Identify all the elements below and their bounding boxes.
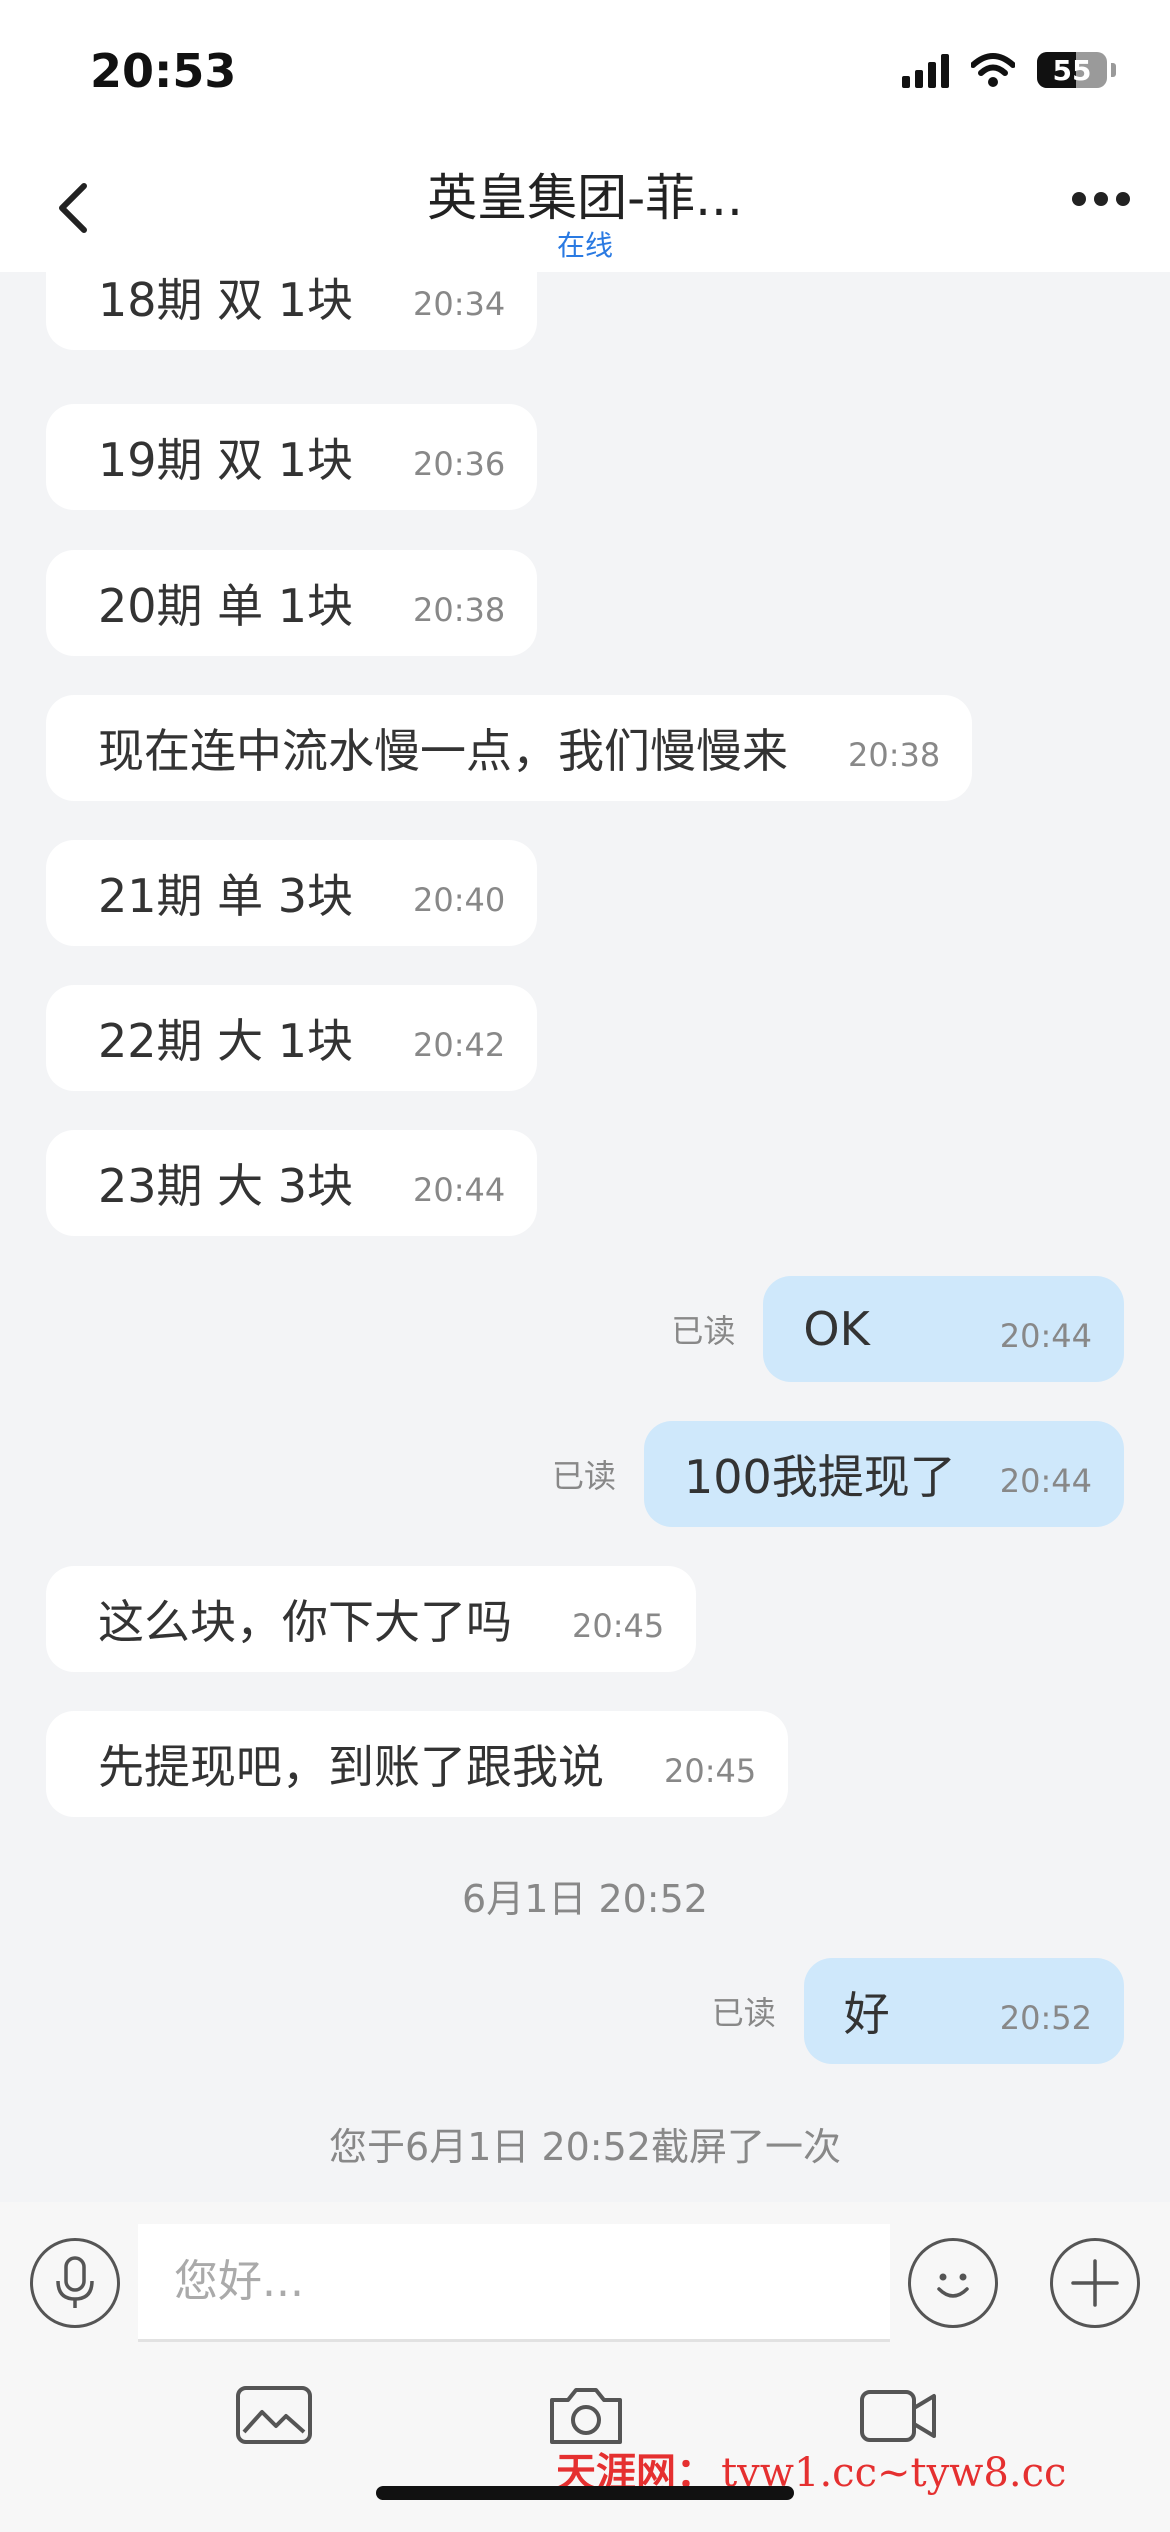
message-row: 22期 大 1块 20:42 [0, 985, 1170, 1091]
battery-icon: 55 [1037, 52, 1107, 88]
voice-input-button[interactable] [30, 2238, 120, 2328]
plus-icon [1071, 2259, 1119, 2307]
message-time: 20:40 [413, 881, 506, 919]
online-status: 在线 [556, 229, 613, 262]
read-receipt: 已读 [551, 1457, 616, 1495]
message-text: 100我提现了 [683, 1450, 956, 1504]
message-text: 18期 双 1块 [98, 273, 354, 327]
date-divider: 6月1日 20:52 [462, 1877, 708, 1921]
message-text: 23期 大 3块 [98, 1159, 354, 1213]
message-bubble[interactable]: 19期 双 1块 20:36 [46, 404, 538, 510]
message-text: 21期 单 3块 [98, 869, 354, 923]
message-bubble[interactable]: 好 20:52 [803, 1958, 1124, 2064]
message-row: 20期 单 1块 20:38 [0, 550, 1170, 656]
microphone-icon [56, 2256, 94, 2308]
message-bubble[interactable]: 18期 双 1块 20:34 [46, 272, 538, 350]
message-bubble[interactable]: 20期 单 1块 20:38 [46, 550, 538, 656]
message-row: 已读 好 20:52 [0, 1958, 1170, 2064]
chat-header: 英皇集团-菲... 在线 [0, 140, 1170, 272]
home-indicator[interactable] [376, 2486, 794, 2500]
message-time: 20:44 [999, 1462, 1092, 1500]
cellular-signal-icon [902, 52, 949, 88]
message-text: 现在连中流水慢一点，我们慢慢来 [98, 724, 788, 778]
message-row: 现在连中流水慢一点，我们慢慢来 20:38 [0, 695, 1170, 801]
more-actions-button[interactable] [1050, 2238, 1140, 2328]
message-time: 20:34 [413, 285, 506, 323]
more-options-button[interactable] [1072, 192, 1130, 206]
message-time: 20:45 [664, 1752, 757, 1790]
message-row: 21期 单 3块 20:40 [0, 840, 1170, 946]
message-text: 19期 双 1块 [98, 433, 354, 487]
message-text: OK [803, 1302, 870, 1356]
message-row: 23期 大 3块 20:44 [0, 1130, 1170, 1236]
wifi-icon [971, 53, 1015, 87]
chat-history[interactable]: 18期 双 1块 20:34 19期 双 1块 20:36 20期 单 1块 2… [0, 272, 1170, 2202]
screenshot-notice: 您于6月1日 20:52截屏了一次 [329, 2125, 841, 2169]
message-time: 20:36 [413, 445, 506, 483]
message-text: 好 [843, 1987, 890, 2041]
message-row: 已读 OK 20:44 [0, 1276, 1170, 1382]
message-bubble[interactable]: OK 20:44 [763, 1276, 1124, 1382]
message-text: 先提现吧，到账了跟我说 [98, 1740, 604, 1794]
message-bubble[interactable]: 22期 大 1块 20:42 [46, 985, 538, 1091]
message-row: 19期 双 1块 20:36 [0, 404, 1170, 510]
message-bubble[interactable]: 先提现吧，到账了跟我说 20:45 [46, 1711, 789, 1817]
message-bubble[interactable]: 现在连中流水慢一点，我们慢慢来 20:38 [46, 695, 973, 801]
message-time: 20:44 [413, 1171, 506, 1209]
chat-title: 英皇集团-菲... [427, 169, 743, 227]
battery-tip [1111, 63, 1116, 77]
message-row: 先提现吧，到账了跟我说 20:45 [0, 1711, 1170, 1817]
message-time: 20:45 [572, 1607, 665, 1645]
message-row: 18期 双 1块 20:34 [0, 272, 1170, 350]
message-time: 20:44 [999, 1317, 1092, 1355]
message-time: 20:38 [848, 736, 941, 774]
message-text: 20期 单 1块 [98, 579, 354, 633]
status-time: 20:53 [90, 44, 237, 98]
more-dot-icon [1072, 192, 1086, 206]
message-bubble[interactable]: 23期 大 3块 20:44 [46, 1130, 538, 1236]
video-call-icon[interactable] [858, 2382, 938, 2448]
smiley-icon [937, 2273, 969, 2298]
message-text: 这么块，你下大了吗 [98, 1595, 512, 1649]
message-time: 20:38 [413, 591, 506, 629]
message-input[interactable] [138, 2224, 890, 2342]
status-icons: 55 [902, 52, 1116, 88]
message-time: 20:52 [999, 1999, 1092, 2037]
status-bar: 20:53 55 [0, 0, 1170, 140]
more-dot-icon [1116, 192, 1130, 206]
emoji-button[interactable] [908, 2238, 998, 2328]
image-picker-icon[interactable] [234, 2382, 314, 2448]
message-bubble[interactable]: 这么块，你下大了吗 20:45 [46, 1566, 697, 1672]
message-bubble[interactable]: 21期 单 3块 20:40 [46, 840, 538, 946]
read-receipt: 已读 [671, 1312, 736, 1350]
camera-icon[interactable] [546, 2382, 626, 2448]
message-bubble[interactable]: 100我提现了 20:44 [643, 1421, 1124, 1527]
message-text: 22期 大 1块 [98, 1014, 354, 1068]
more-dot-icon [1094, 192, 1108, 206]
message-row: 已读 100我提现了 20:44 [0, 1421, 1170, 1527]
message-time: 20:42 [413, 1026, 506, 1064]
read-receipt: 已读 [711, 1994, 776, 2032]
battery-level: 55 [1052, 53, 1092, 87]
message-row: 这么块，你下大了吗 20:45 [0, 1566, 1170, 1672]
